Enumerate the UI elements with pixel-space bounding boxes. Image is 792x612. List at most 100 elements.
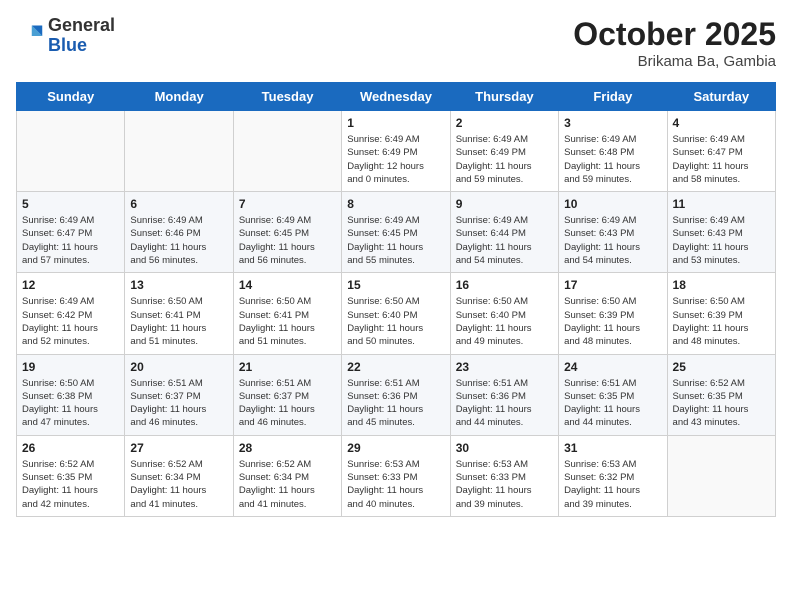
day-info: Sunrise: 6:53 AM Sunset: 6:33 PM Dayligh… [347, 458, 444, 511]
day-cell-2: 2 Sunrise: 6:49 AM Sunset: 6:49 PM Daylig… [450, 111, 558, 192]
day-number: 21 [239, 360, 336, 374]
day-info: Sunrise: 6:49 AM Sunset: 6:43 PM Dayligh… [564, 214, 661, 267]
day-info: Sunrise: 6:50 AM Sunset: 6:40 PM Dayligh… [456, 295, 553, 348]
day-cell-22: 22 Sunrise: 6:51 AM Sunset: 6:36 PM Dayli… [342, 354, 450, 435]
day-number: 26 [22, 441, 119, 455]
day-cell-31: 31Sunrise: 6:53 AM Sunset: 6:32 PM Dayli… [559, 435, 667, 516]
day-info: Sunrise: 6:50 AM Sunset: 6:41 PM Dayligh… [130, 295, 227, 348]
day-number: 5 [22, 197, 119, 211]
day-info: Sunrise: 6:49 AM Sunset: 6:47 PM Dayligh… [22, 214, 119, 267]
calendar-week-row: 1 Sunrise: 6:49 AM Sunset: 6:49 PM Daylig… [17, 111, 776, 192]
day-cell-19: 19Sunrise: 6:50 AM Sunset: 6:38 PM Dayli… [17, 354, 125, 435]
page-header: General Blue October 2025 Brikama Ba, Ga… [16, 16, 776, 70]
day-info: Sunrise: 6:49 AM Sunset: 6:42 PM Dayligh… [22, 295, 119, 348]
day-number: 2 [456, 116, 553, 130]
day-cell-27: 27Sunrise: 6:52 AM Sunset: 6:34 PM Dayli… [125, 435, 233, 516]
weekday-monday: Monday [125, 83, 233, 111]
day-cell-10: 10 Sunrise: 6:49 AM Sunset: 6:43 PM Dayli… [559, 192, 667, 273]
logo: General Blue [16, 16, 115, 56]
day-info: Sunrise: 6:51 AM Sunset: 6:35 PM Dayligh… [564, 377, 661, 430]
day-cell-30: 30 Sunrise: 6:53 AM Sunset: 6:33 PM Dayli… [450, 435, 558, 516]
day-cell-13: 13 Sunrise: 6:50 AM Sunset: 6:41 PM Dayli… [125, 273, 233, 354]
day-cell-8: 8Sunrise: 6:49 AM Sunset: 6:45 PM Daylig… [342, 192, 450, 273]
calendar-week-row: 12 Sunrise: 6:49 AM Sunset: 6:42 PM Dayli… [17, 273, 776, 354]
day-number: 28 [239, 441, 336, 455]
day-number: 27 [130, 441, 227, 455]
day-cell-12: 12 Sunrise: 6:49 AM Sunset: 6:42 PM Dayli… [17, 273, 125, 354]
calendar-week-row: 5 Sunrise: 6:49 AM Sunset: 6:47 PM Daylig… [17, 192, 776, 273]
day-number: 1 [347, 116, 444, 130]
day-cell-7: 7 Sunrise: 6:49 AM Sunset: 6:45 PM Daylig… [233, 192, 341, 273]
day-cell-21: 21 Sunrise: 6:51 AM Sunset: 6:37 PM Dayli… [233, 354, 341, 435]
day-number: 29 [347, 441, 444, 455]
day-cell-26: 26 Sunrise: 6:52 AM Sunset: 6:35 PM Dayli… [17, 435, 125, 516]
empty-cell [667, 435, 775, 516]
day-cell-20: 20Sunrise: 6:51 AM Sunset: 6:37 PM Dayli… [125, 354, 233, 435]
logo-blue: Blue [48, 35, 87, 55]
day-number: 16 [456, 278, 553, 292]
logo-icon [16, 22, 44, 50]
day-number: 18 [673, 278, 770, 292]
day-cell-16: 16 Sunrise: 6:50 AM Sunset: 6:40 PM Dayli… [450, 273, 558, 354]
day-number: 11 [673, 197, 770, 211]
day-info: Sunrise: 6:49 AM Sunset: 6:46 PM Dayligh… [130, 214, 227, 267]
day-info: Sunrise: 6:52 AM Sunset: 6:35 PM Dayligh… [673, 377, 770, 430]
title-block: October 2025 Brikama Ba, Gambia [573, 16, 776, 70]
day-number: 6 [130, 197, 227, 211]
day-info: Sunrise: 6:51 AM Sunset: 6:37 PM Dayligh… [130, 377, 227, 430]
day-info: Sunrise: 6:51 AM Sunset: 6:37 PM Dayligh… [239, 377, 336, 430]
day-number: 25 [673, 360, 770, 374]
logo-text: General Blue [48, 16, 115, 56]
day-info: Sunrise: 6:49 AM Sunset: 6:43 PM Dayligh… [673, 214, 770, 267]
day-info: Sunrise: 6:49 AM Sunset: 6:45 PM Dayligh… [239, 214, 336, 267]
day-cell-5: 5 Sunrise: 6:49 AM Sunset: 6:47 PM Daylig… [17, 192, 125, 273]
empty-cell [233, 111, 341, 192]
weekday-header-row: SundayMondayTuesdayWednesdayThursdayFrid… [17, 83, 776, 111]
day-info: Sunrise: 6:49 AM Sunset: 6:48 PM Dayligh… [564, 133, 661, 186]
day-number: 24 [564, 360, 661, 374]
calendar-subtitle: Brikama Ba, Gambia [573, 53, 776, 70]
empty-cell [17, 111, 125, 192]
day-info: Sunrise: 6:53 AM Sunset: 6:33 PM Dayligh… [456, 458, 553, 511]
weekday-thursday: Thursday [450, 83, 558, 111]
day-number: 7 [239, 197, 336, 211]
day-number: 23 [456, 360, 553, 374]
empty-cell [125, 111, 233, 192]
day-number: 12 [22, 278, 119, 292]
day-info: Sunrise: 6:50 AM Sunset: 6:39 PM Dayligh… [564, 295, 661, 348]
day-number: 4 [673, 116, 770, 130]
calendar-table: SundayMondayTuesdayWednesdayThursdayFrid… [16, 82, 776, 517]
day-number: 9 [456, 197, 553, 211]
day-info: Sunrise: 6:49 AM Sunset: 6:47 PM Dayligh… [673, 133, 770, 186]
weekday-saturday: Saturday [667, 83, 775, 111]
day-number: 30 [456, 441, 553, 455]
day-cell-24: 24 Sunrise: 6:51 AM Sunset: 6:35 PM Dayli… [559, 354, 667, 435]
day-info: Sunrise: 6:49 AM Sunset: 6:49 PM Dayligh… [456, 133, 553, 186]
day-info: Sunrise: 6:52 AM Sunset: 6:34 PM Dayligh… [239, 458, 336, 511]
day-cell-18: 18 Sunrise: 6:50 AM Sunset: 6:39 PM Dayli… [667, 273, 775, 354]
day-number: 13 [130, 278, 227, 292]
day-info: Sunrise: 6:50 AM Sunset: 6:39 PM Dayligh… [673, 295, 770, 348]
day-info: Sunrise: 6:49 AM Sunset: 6:49 PM Dayligh… [347, 133, 444, 186]
day-info: Sunrise: 6:50 AM Sunset: 6:40 PM Dayligh… [347, 295, 444, 348]
calendar-week-row: 26 Sunrise: 6:52 AM Sunset: 6:35 PM Dayli… [17, 435, 776, 516]
day-number: 22 [347, 360, 444, 374]
day-number: 17 [564, 278, 661, 292]
day-cell-4: 4 Sunrise: 6:49 AM Sunset: 6:47 PM Daylig… [667, 111, 775, 192]
day-cell-29: 29 Sunrise: 6:53 AM Sunset: 6:33 PM Dayli… [342, 435, 450, 516]
day-cell-25: 25 Sunrise: 6:52 AM Sunset: 6:35 PM Dayli… [667, 354, 775, 435]
day-cell-28: 28 Sunrise: 6:52 AM Sunset: 6:34 PM Dayli… [233, 435, 341, 516]
day-cell-23: 23Sunrise: 6:51 AM Sunset: 6:36 PM Dayli… [450, 354, 558, 435]
day-number: 15 [347, 278, 444, 292]
day-info: Sunrise: 6:52 AM Sunset: 6:35 PM Dayligh… [22, 458, 119, 511]
day-cell-11: 11 Sunrise: 6:49 AM Sunset: 6:43 PM Dayli… [667, 192, 775, 273]
logo-general: General [48, 15, 115, 35]
day-info: Sunrise: 6:49 AM Sunset: 6:44 PM Dayligh… [456, 214, 553, 267]
day-number: 8 [347, 197, 444, 211]
day-info: Sunrise: 6:51 AM Sunset: 6:36 PM Dayligh… [347, 377, 444, 430]
weekday-tuesday: Tuesday [233, 83, 341, 111]
day-number: 10 [564, 197, 661, 211]
day-cell-3: 3Sunrise: 6:49 AM Sunset: 6:48 PM Daylig… [559, 111, 667, 192]
calendar-week-row: 19Sunrise: 6:50 AM Sunset: 6:38 PM Dayli… [17, 354, 776, 435]
weekday-sunday: Sunday [17, 83, 125, 111]
